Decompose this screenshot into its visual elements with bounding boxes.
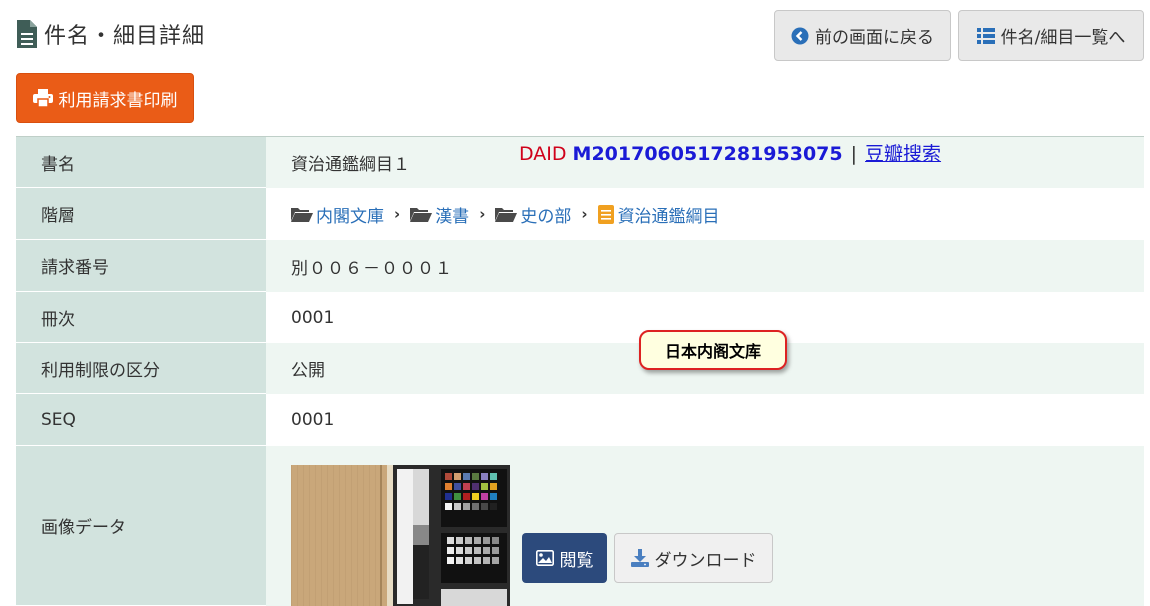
breadcrumb-link-current[interactable]: 資治通鑑綱目 (618, 202, 720, 227)
document-icon (16, 19, 38, 49)
download-label: ダウンロード (654, 550, 757, 571)
list-icon (976, 27, 995, 44)
table-row: 冊次 0001 (16, 292, 1144, 343)
table-row: 利用制限の区分 公開 (16, 343, 1144, 394)
back-button[interactable]: 前の画面に戻る (774, 10, 951, 61)
tooltip-bubble: 日本内阁文库 (639, 330, 787, 370)
download-icon (630, 549, 649, 567)
image-thumbnail[interactable] (291, 465, 510, 606)
daid-separator: | (850, 143, 858, 165)
table-row: SEQ 0001 (16, 394, 1144, 446)
view-image-label: 閲覧 (559, 550, 594, 571)
daid-value: M2017060517281953075 (572, 143, 843, 165)
table-row: 請求番号 別００６－０００１ (16, 240, 1144, 292)
breadcrumb-link-naikaku[interactable]: 内閣文庫 (316, 202, 384, 227)
print-request-button[interactable]: 利用請求書印刷 (16, 73, 194, 123)
access-value: 公開 (291, 361, 325, 381)
row-label-seq: SEQ (16, 394, 266, 446)
back-button-label: 前の画面に戻る (815, 28, 934, 48)
row-label-access: 利用制限の区分 (16, 343, 266, 394)
row-value-call-number: 別００６－０００１ (266, 240, 1144, 292)
breadcrumb-link-shi[interactable]: 史の部 (520, 202, 571, 227)
book-icon (597, 204, 614, 224)
row-label-call-number: 請求番号 (16, 240, 266, 292)
view-image-button[interactable]: 閲覧 (522, 533, 607, 583)
row-label-image: 画像データ (16, 446, 266, 606)
chevron-right-icon: › (479, 205, 486, 223)
call-number-value: 別００６－０００１ (291, 258, 453, 279)
chevron-right-icon: › (581, 205, 588, 223)
row-value-hierarchy: 内閣文庫 › 漢書 › 史の部 › 資治通鑑綱目 (266, 188, 1144, 240)
douban-search-link[interactable]: 豆瓣搜索 (865, 139, 941, 166)
chevron-left-circle-icon (791, 27, 809, 45)
breadcrumb: 内閣文庫 › 漢書 › 史の部 › 資治通鑑綱目 (291, 202, 720, 227)
daid-label: DAID (519, 143, 567, 165)
daid-line: DAID M2017060517281953075 | 豆瓣搜索 (519, 139, 941, 166)
chevron-right-icon: › (394, 205, 401, 223)
printer-icon (32, 89, 53, 107)
download-button[interactable]: ダウンロード (614, 533, 773, 583)
folder-open-icon (495, 206, 518, 222)
row-label-volume: 冊次 (16, 292, 266, 343)
row-value-seq: 0001 (266, 394, 1144, 446)
book-title-value: 資治通鑑綱目１ (291, 155, 410, 175)
folder-open-icon (410, 206, 433, 222)
row-label-title: 書名 (16, 137, 266, 188)
print-request-label: 利用請求書印刷 (58, 90, 178, 111)
seq-value: 0001 (291, 410, 335, 430)
breadcrumb-link-kansho[interactable]: 漢書 (435, 202, 469, 227)
image-icon (535, 550, 554, 566)
page-title: 件名・細目詳細 (44, 24, 206, 49)
row-label-hierarchy: 階層 (16, 188, 266, 240)
page-header: 件名・細目詳細 (16, 18, 205, 50)
folder-open-icon (291, 206, 313, 222)
table-row: 階層 内閣文庫 › 漢書 › 史の部 › 資治通鑑綱目 (16, 188, 1144, 240)
list-button[interactable]: 件名/細目一覧へ (958, 10, 1144, 61)
volume-value: 0001 (291, 307, 335, 328)
list-button-label: 件名/細目一覧へ (1000, 28, 1126, 48)
